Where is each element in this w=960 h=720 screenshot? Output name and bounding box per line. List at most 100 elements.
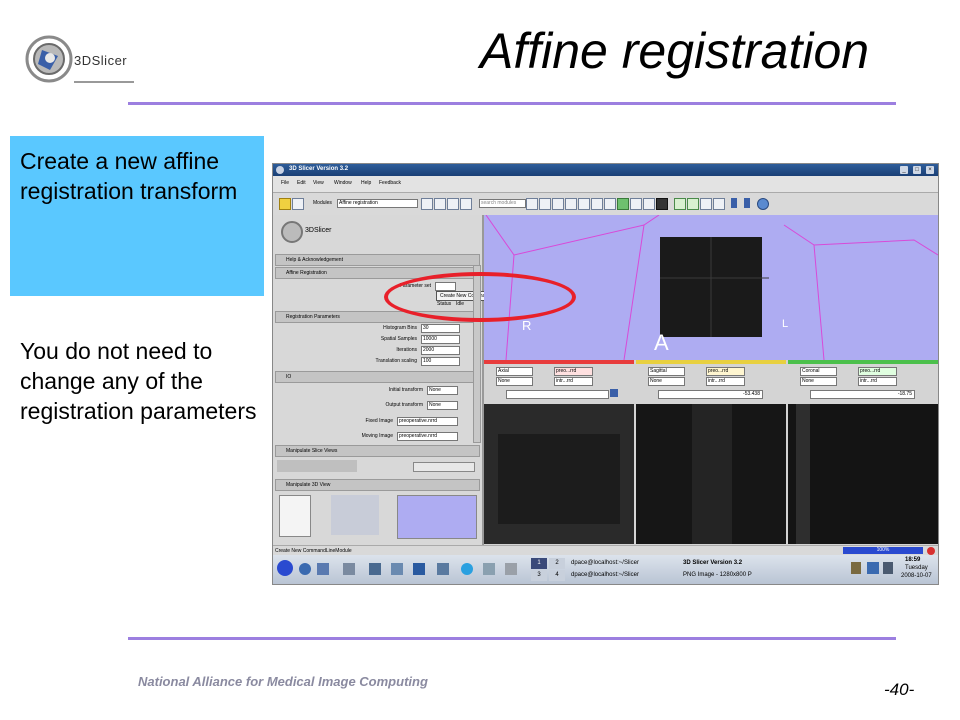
section-affine-label: Affine Registration (286, 270, 327, 276)
io-label: Initial transform (388, 387, 423, 393)
slice-offset-field[interactable]: -18.75 (810, 390, 915, 399)
io-label: Output transform (385, 402, 423, 408)
close-icon[interactable]: × (926, 166, 934, 174)
slice-view-axial[interactable]: Axial preo...rrd None intr...rrd (484, 360, 634, 544)
slice-bg-select[interactable]: intr...rrd (858, 377, 897, 386)
data-icon[interactable] (539, 198, 551, 210)
slice-orientation-select[interactable]: Coronal (800, 367, 837, 376)
slice-view-sagittal[interactable]: Sagittal preo...rrd None intr...rrd -53.… (636, 360, 786, 544)
slice-bg-select[interactable]: intr...rrd (554, 377, 593, 386)
undo-icon[interactable] (674, 198, 686, 210)
fixed-image-select[interactable]: preoperative.nrrd (397, 417, 458, 426)
load-icon[interactable] (292, 198, 304, 210)
window-titlebar[interactable]: 3D Slicer Version 3.2 _ □ × (273, 164, 938, 176)
task-slicer[interactable]: 3D Slicer Version 3.2 (683, 558, 793, 569)
footer-organization: National Alliance for Medical Image Comp… (138, 674, 428, 689)
editor-icon[interactable] (604, 198, 616, 210)
slice-fg-select[interactable]: preo...rrd (554, 367, 593, 376)
pointer-icon[interactable] (731, 198, 737, 208)
task-png-viewer[interactable]: PNG Image - 1280x800 P (683, 570, 793, 581)
history-icon[interactable] (447, 198, 459, 210)
menu-window[interactable]: Window (334, 180, 352, 186)
link-icon[interactable] (610, 389, 618, 397)
slice-fg-select[interactable]: preo...rrd (858, 367, 897, 376)
section-slice-views[interactable]: Manipulate Slice Views (275, 445, 480, 457)
workspace-4[interactable]: 4 (549, 570, 565, 581)
section-io[interactable]: IO (275, 371, 480, 383)
moving-image-select[interactable]: preoperative.nrrd (397, 432, 458, 441)
slice-label-select[interactable]: None (648, 377, 685, 386)
slice-slider[interactable] (413, 462, 475, 472)
slice-orientation-select[interactable]: Axial (496, 367, 533, 376)
models-icon[interactable] (565, 198, 577, 210)
slice-view-coronal[interactable]: Coronal preo...rrd None intr...rrd -18.7… (788, 360, 938, 544)
fiducials-icon[interactable] (591, 198, 603, 210)
browser-icon[interactable] (299, 563, 311, 575)
measure-icon[interactable] (617, 198, 629, 210)
orientation-widget[interactable] (279, 495, 311, 537)
histogram-bins-field[interactable]: 30 (421, 324, 460, 333)
monitor-icon[interactable] (413, 563, 425, 575)
section-3d-view[interactable]: Manipulate 3D View (275, 479, 480, 491)
files-icon[interactable] (437, 563, 449, 575)
home-icon[interactable] (279, 198, 291, 210)
stop-icon[interactable] (927, 547, 935, 555)
layout-icon[interactable] (656, 198, 668, 210)
workspace-3[interactable]: 3 (531, 570, 547, 581)
rotate-icon[interactable] (757, 198, 769, 210)
place-icon[interactable] (744, 198, 750, 208)
back-icon[interactable] (421, 198, 433, 210)
clipboard-icon[interactable] (851, 562, 861, 574)
slice-view-tools[interactable] (277, 460, 357, 472)
slice-orientation-select[interactable]: Sagittal (648, 367, 685, 376)
fedora-icon[interactable] (277, 560, 293, 576)
editor-launcher-icon[interactable] (343, 563, 355, 575)
edit-icon[interactable] (460, 198, 472, 210)
transforms-icon[interactable] (578, 198, 590, 210)
search-modules-input[interactable]: search modules (479, 199, 526, 208)
update-icon[interactable] (867, 562, 879, 574)
trash-icon[interactable] (505, 563, 517, 575)
slice-fg-select[interactable]: preo...rrd (706, 367, 745, 376)
progress-bar: 100% (843, 547, 923, 554)
forward-icon[interactable] (434, 198, 446, 210)
workspace-2[interactable]: 2 (549, 558, 565, 569)
color-icon[interactable] (630, 198, 642, 210)
screenshot-icon[interactable] (700, 198, 712, 210)
skype-icon[interactable] (461, 563, 473, 575)
slice-bg-select[interactable]: intr...rrd (706, 377, 745, 386)
translation-scaling-field[interactable]: 100 (421, 357, 460, 366)
menu-view[interactable]: View (313, 180, 324, 186)
slice-offset-field[interactable]: -53.438 (658, 390, 763, 399)
pen-icon[interactable] (643, 198, 655, 210)
slice-label-select[interactable]: None (496, 377, 533, 386)
3d-view-tools[interactable] (331, 495, 379, 535)
section-help[interactable]: Help & Acknowledgement (275, 254, 480, 266)
menu-feedback[interactable]: Feedback (379, 180, 401, 186)
home-folder-icon[interactable] (483, 563, 495, 575)
redo-icon[interactable] (687, 198, 699, 210)
menu-file[interactable]: File (281, 180, 289, 186)
menu-help[interactable]: Help (361, 180, 371, 186)
volumes-icon[interactable] (552, 198, 564, 210)
output-transform-select[interactable]: None (427, 401, 458, 410)
mail-icon[interactable] (317, 563, 329, 575)
terminal-launcher-icon[interactable] (369, 563, 381, 575)
iterations-field[interactable]: 2000 (421, 346, 460, 355)
task-terminal-2[interactable]: dpace@localhost:~/Slicer (571, 570, 681, 581)
task-terminal-1[interactable]: dpace@localhost:~/Slicer (571, 558, 681, 569)
search-icon[interactable] (526, 198, 538, 210)
grid-icon[interactable] (713, 198, 725, 210)
volume-icon[interactable] (883, 562, 893, 574)
slice-offset-field[interactable] (506, 390, 609, 399)
spatial-samples-field[interactable]: 10000 (421, 335, 460, 344)
slice-label-select[interactable]: None (800, 377, 837, 386)
workspace-1[interactable]: 1 (531, 558, 547, 569)
3d-thumbnail[interactable] (397, 495, 477, 539)
maximize-icon[interactable]: □ (913, 166, 921, 174)
minimize-icon[interactable]: _ (900, 166, 908, 174)
module-select[interactable]: Affine registration (337, 199, 418, 208)
network-icon[interactable] (391, 563, 403, 575)
initial-transform-select[interactable]: None (427, 386, 458, 395)
menu-edit[interactable]: Edit (297, 180, 306, 186)
